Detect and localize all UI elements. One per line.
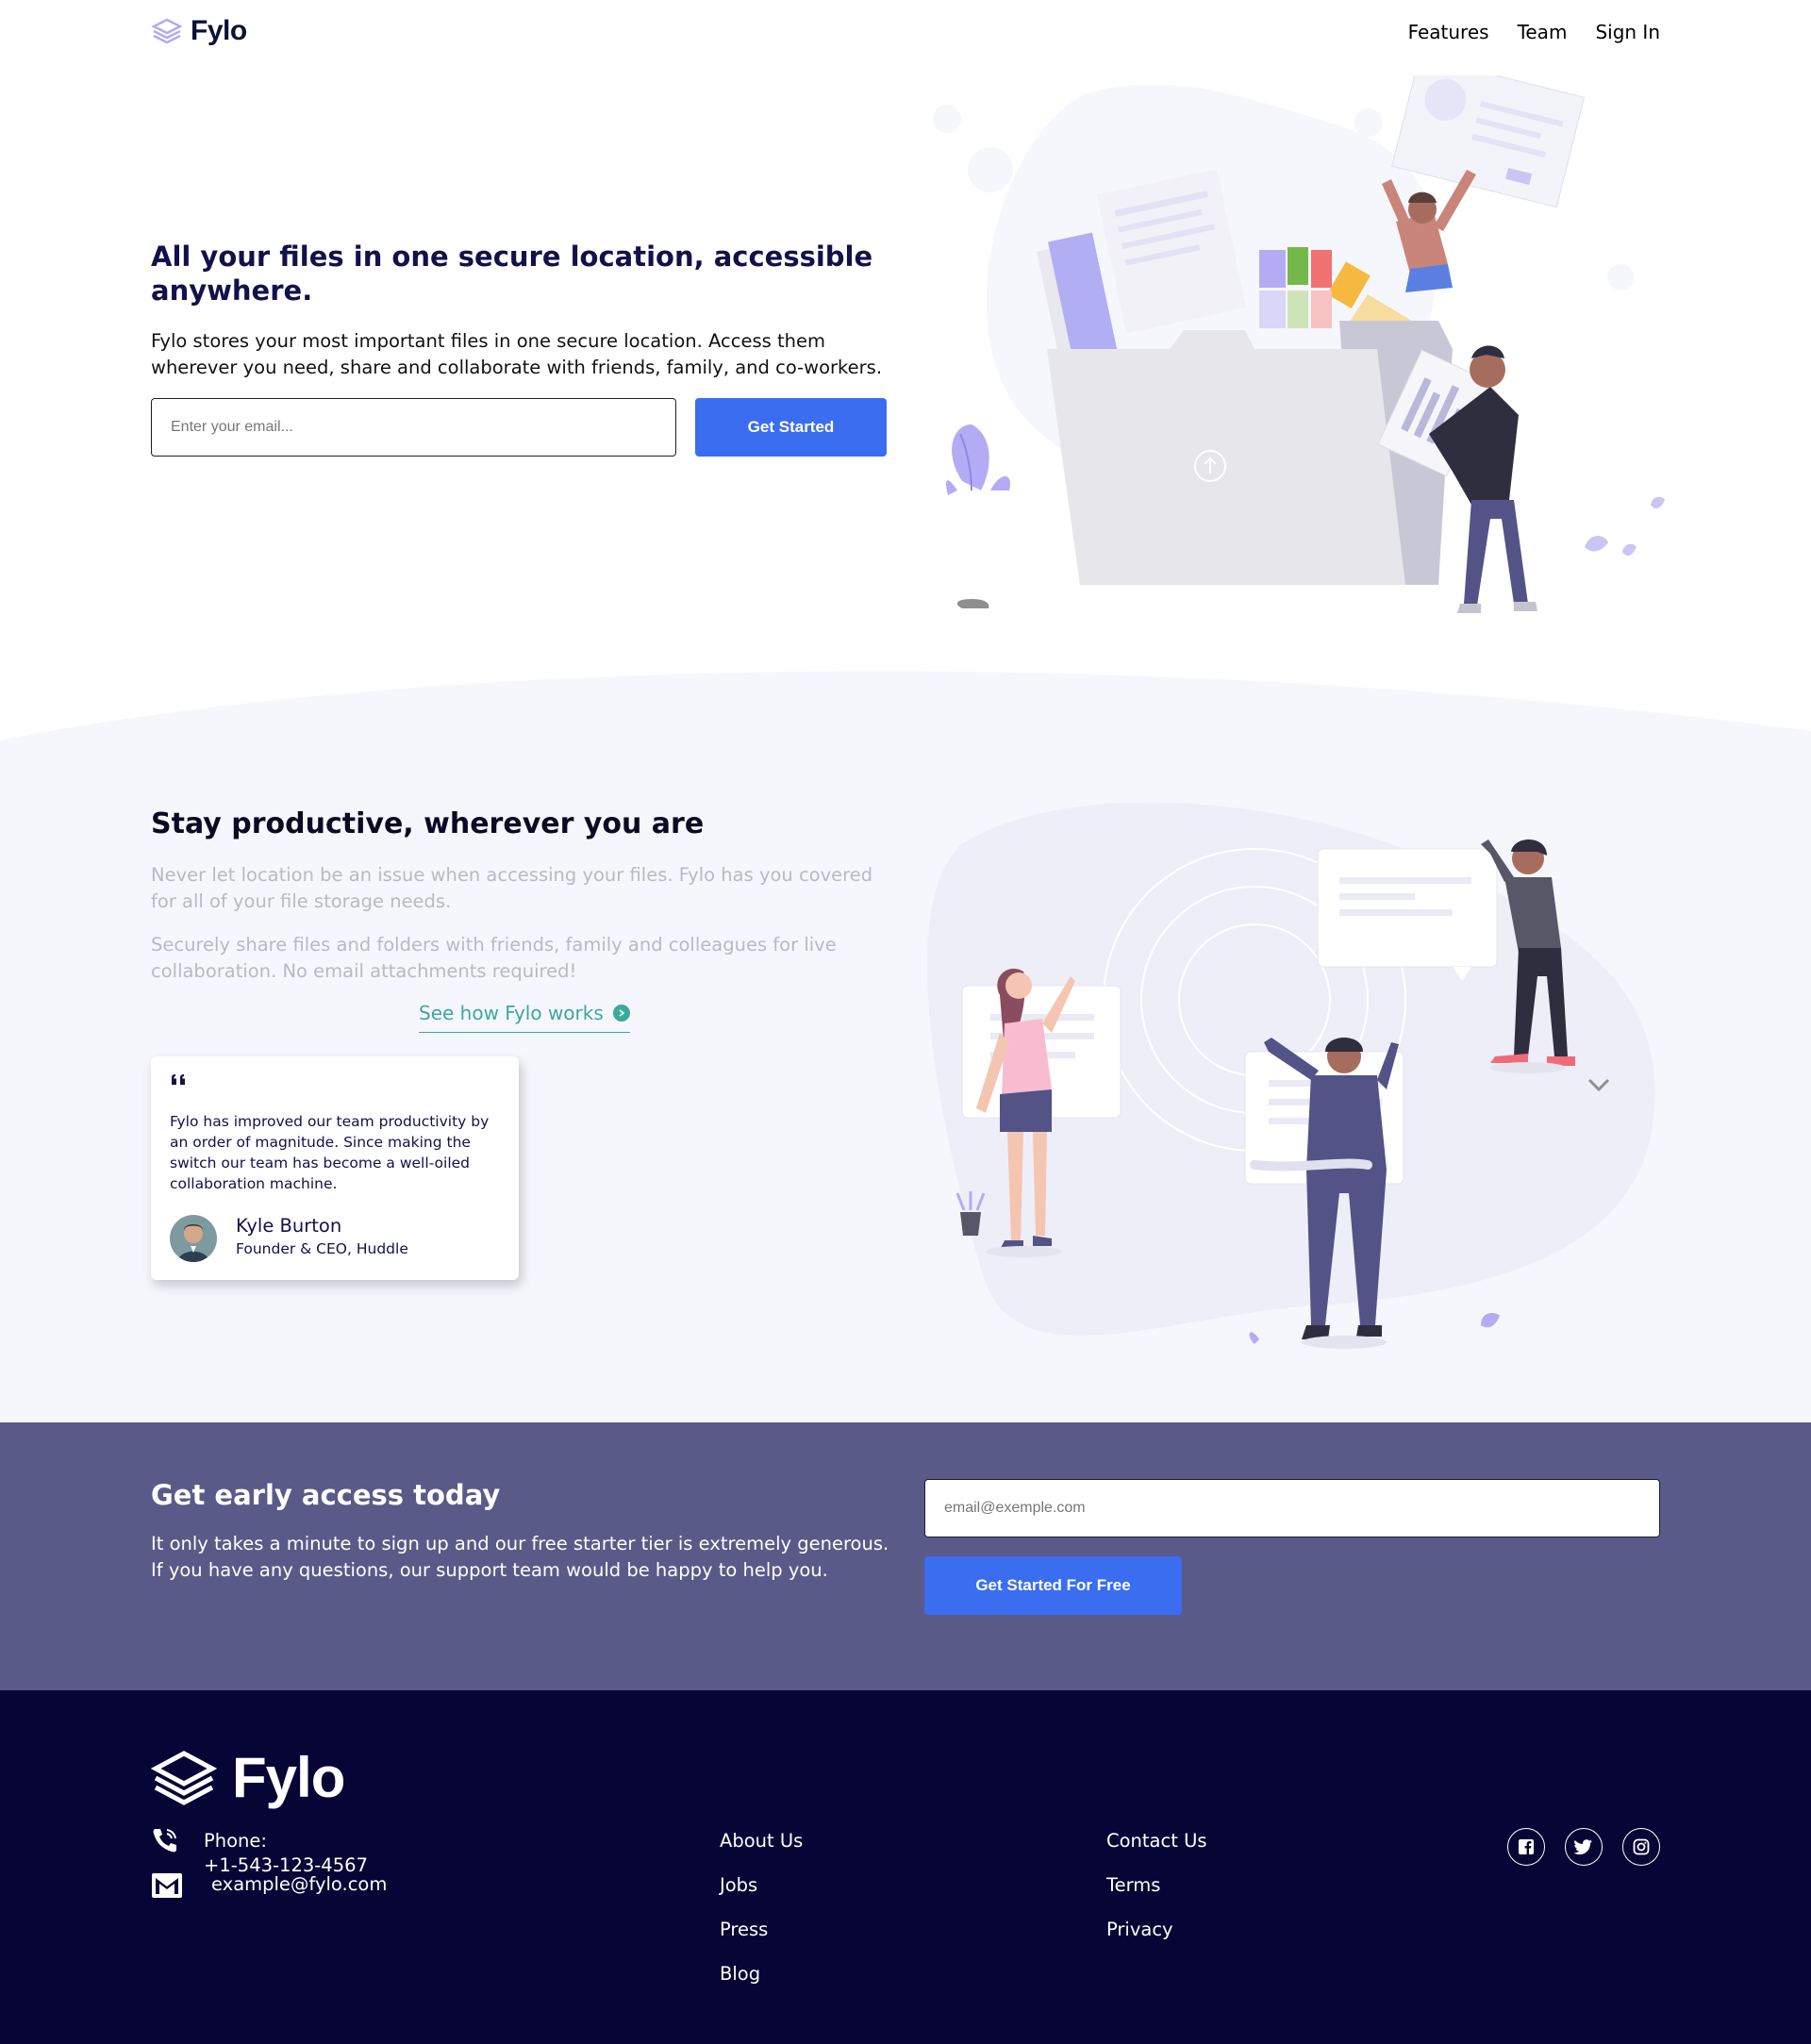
main-nav: Features Team Sign In (1408, 21, 1660, 43)
footer-link-about[interactable]: About Us (720, 1830, 803, 1853)
footer-link-terms[interactable]: Terms (1106, 1874, 1207, 1897)
logo-text: Fylo (191, 15, 247, 46)
footer-logo-text: Fylo (232, 1746, 345, 1809)
instagram-icon[interactable] (1622, 1828, 1660, 1866)
footer-link-contact[interactable]: Contact Us (1106, 1830, 1207, 1853)
quote-icon (172, 1074, 185, 1085)
testimonial-card: Fylo has improved our team productivity … (151, 1056, 519, 1280)
footer-link-blog[interactable]: Blog (720, 1963, 803, 1986)
hero-email-input[interactable] (151, 398, 676, 457)
twitter-icon[interactable] (1565, 1828, 1603, 1866)
nav-features[interactable]: Features (1408, 21, 1489, 43)
phone-icon (153, 1829, 176, 1853)
early-access-email-input[interactable] (924, 1479, 1660, 1537)
logo[interactable]: Fylo (151, 15, 247, 47)
footer-link-jobs[interactable]: Jobs (720, 1874, 803, 1897)
get-started-free-button[interactable]: Get Started For Free (924, 1556, 1182, 1615)
early-access-description: It only takes a minute to sign up and ou… (151, 1533, 889, 1581)
footer-links-support: Contact Us Terms Privacy (1106, 1830, 1207, 1941)
hero-title: All your files in one secure location, a… (151, 241, 873, 307)
footer-link-privacy[interactable]: Privacy (1106, 1919, 1207, 1941)
testimonial-role: Founder & CEO, Huddle (236, 1240, 408, 1257)
productive-illustration (926, 802, 1655, 1349)
stack-logo-icon (151, 18, 183, 44)
early-access-title: Get early access today (151, 1479, 501, 1511)
stack-logo-icon (151, 1750, 217, 1805)
productive-title: Stay productive, wherever you are (151, 807, 705, 840)
site-header: Fylo Features Team Sign In (0, 0, 1811, 64)
avatar (170, 1215, 217, 1262)
testimonial-name: Kyle Burton (236, 1215, 342, 1237)
see-how-link[interactable]: See how Fylo works (419, 1002, 630, 1033)
footer-links-company: About Us Jobs Press Blog (720, 1830, 803, 1986)
facebook-icon[interactable] (1507, 1828, 1545, 1866)
phone-label: Phone: (204, 1830, 267, 1852)
nav-sign-in[interactable]: Sign In (1595, 21, 1660, 43)
social-links (1507, 1828, 1660, 1866)
hero-description: Fylo stores your most important files in… (151, 330, 883, 378)
productive-paragraph-2: Securely share files and folders with fr… (151, 934, 837, 982)
see-how-label: See how Fylo works (419, 1002, 604, 1024)
productive-paragraph-1: Never let location be an issue when acce… (151, 864, 873, 912)
early-access-section: Get early access today It only takes a m… (0, 1422, 1811, 1690)
email-address: example@fylo.com (211, 1873, 388, 1895)
footer-logo[interactable]: Fylo (151, 1745, 345, 1810)
get-started-button[interactable]: Get Started (695, 398, 887, 457)
email-icon (152, 1873, 182, 1898)
arrow-right-icon (612, 1005, 630, 1022)
nav-team[interactable]: Team (1518, 21, 1568, 43)
hero-illustration (933, 75, 1665, 613)
footer-link-press[interactable]: Press (720, 1919, 803, 1941)
testimonial-quote: Fylo has improved our team productivity … (170, 1113, 490, 1192)
site-footer: Fylo Phone: +1-543-123-4567 example@fylo… (0, 1690, 1811, 2044)
